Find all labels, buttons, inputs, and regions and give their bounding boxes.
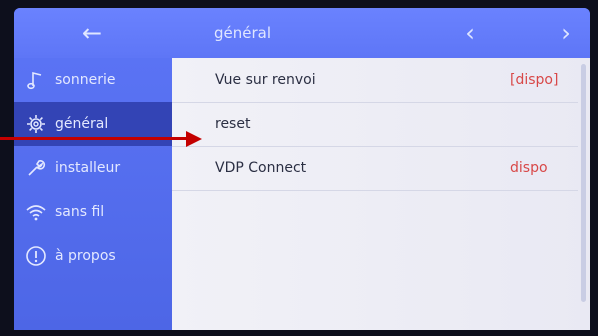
setting-label: reset (215, 116, 251, 132)
sidebar-item-label: sans fil (55, 204, 105, 220)
wifi-icon (25, 201, 47, 223)
settings-content: Vue sur renvoi [dispo] reset VDP Connect… (172, 58, 590, 330)
arrow-left-icon: ← (81, 19, 103, 47)
back-button[interactable]: ← (72, 19, 112, 47)
info-icon (25, 245, 47, 267)
page-title: général (214, 24, 272, 42)
sidebar-item-sans-fil[interactable]: sans fil (14, 190, 172, 234)
next-page-button[interactable]: › (552, 19, 580, 47)
setting-row-vdp-connect[interactable]: VDP Connect dispo (172, 146, 578, 191)
sidebar-item-installeur[interactable]: installeur (14, 146, 172, 190)
scrollbar[interactable] (581, 64, 586, 302)
music-note-icon (25, 69, 47, 91)
gear-icon (25, 113, 47, 135)
chevron-left-icon: ‹ (465, 19, 475, 47)
setting-label: Vue sur renvoi (215, 72, 316, 88)
prev-page-button[interactable]: ‹ (456, 19, 484, 47)
sidebar-item-label: sonnerie (55, 72, 116, 88)
wrench-icon (25, 157, 47, 179)
setting-value: dispo (510, 160, 548, 176)
annotation-arrow-head (186, 131, 202, 147)
sidebar-item-label: installeur (55, 160, 121, 176)
sidebar-item-label: à propos (55, 248, 116, 264)
setting-row-reset[interactable]: reset (172, 102, 578, 147)
sidebar: sonnerie général installeur sans fil à p… (14, 58, 172, 330)
setting-value: [dispo] (510, 72, 559, 88)
top-bar: ← général ‹ › (14, 8, 590, 58)
annotation-arrow-line (0, 137, 190, 140)
sidebar-item-a-propos[interactable]: à propos (14, 234, 172, 278)
setting-label: VDP Connect (215, 160, 307, 176)
setting-row-vue-sur-renvoi[interactable]: Vue sur renvoi [dispo] (172, 58, 578, 103)
device-screen: ← général ‹ › sonnerie général installeu (14, 8, 590, 330)
chevron-right-icon: › (561, 19, 571, 47)
sidebar-item-sonnerie[interactable]: sonnerie (14, 58, 172, 102)
sidebar-item-label: général (55, 116, 109, 132)
